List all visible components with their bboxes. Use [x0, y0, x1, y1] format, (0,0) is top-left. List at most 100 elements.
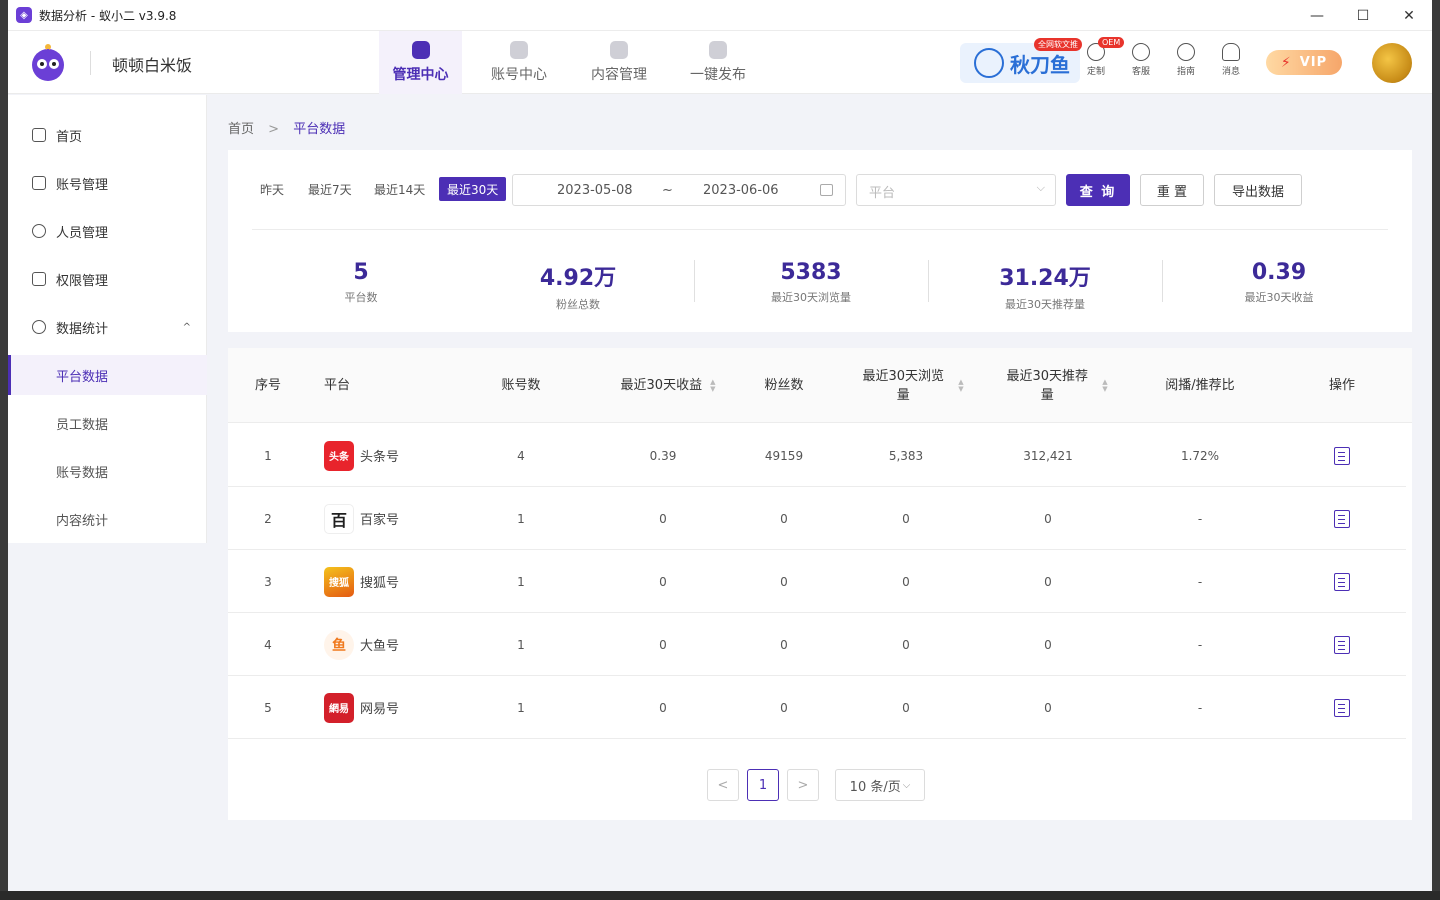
page-size-select[interactable]: 10 条/页 ⌵: [835, 769, 925, 801]
tab-content-management[interactable]: 内容管理: [576, 31, 662, 94]
breadcrumb-home[interactable]: 首页: [228, 122, 254, 137]
question-icon: [1177, 43, 1195, 61]
range-7-days-button[interactable]: 最近7天: [300, 177, 360, 201]
col-index: 序号: [254, 378, 281, 393]
tab-account-center[interactable]: 账号中心: [478, 31, 560, 94]
publish-icon: [709, 41, 727, 59]
report-icon: [1334, 509, 1350, 528]
next-page-button[interactable]: >: [787, 769, 819, 801]
vip-button[interactable]: ⚡ VIP: [1266, 50, 1342, 75]
report-icon: [1334, 446, 1350, 465]
mascot-logo-icon: [32, 44, 64, 81]
sidebar-item-statistics[interactable]: 数据统计 ^: [8, 307, 207, 347]
app-header: 顿顿白米饭 管理中心 账号中心 内容管理 一键发布 秋刀鱼 全网软文推 定制 O…: [8, 31, 1432, 94]
netease-logo-icon: 網易: [324, 692, 354, 723]
sidebar-item-content-stats[interactable]: 内容统计: [8, 499, 207, 539]
range-30-days-button[interactable]: 最近30天: [439, 177, 507, 201]
detail-button[interactable]: [1302, 613, 1382, 676]
platform-cell: 鱼 大鱼号: [324, 613, 474, 676]
calendar-icon: [820, 184, 833, 196]
date-range-picker[interactable]: 2023-05-08 ~ 2023-06-06: [512, 174, 846, 206]
tab-one-click-publish[interactable]: 一键发布: [678, 31, 758, 94]
team-name: 顿顿白米饭: [112, 56, 193, 75]
dayu-logo-icon: 鱼: [324, 629, 354, 660]
range-yesterday-button[interactable]: 昨天: [252, 177, 292, 201]
stat-platform-count: 5 平台数: [344, 260, 378, 304]
stat-divider: [1162, 260, 1163, 302]
promo-tag: 全网软文推: [1034, 38, 1082, 51]
sidebar-item-staff-data[interactable]: 员工数据: [8, 403, 207, 443]
content-icon: [610, 41, 628, 59]
range-14-days-button[interactable]: 最近14天: [366, 177, 433, 201]
desktop-background: [0, 891, 1440, 900]
sort-icon: ▲ ▼: [710, 377, 716, 393]
chevron-up-icon: ^: [182, 321, 191, 333]
user-avatar[interactable]: [1372, 43, 1412, 83]
sidebar-item-accounts[interactable]: 账号管理: [8, 163, 207, 203]
platform-cell: 網易 网易号: [324, 676, 474, 739]
sidebar-item-account-data[interactable]: 账号数据: [8, 451, 207, 491]
lock-icon: [32, 272, 46, 286]
table-header: 序号 平台 账号数 最近30天收益 ▲ ▼ 粉丝数 最近30天浏览量 ▲ ▼ 最近3…: [228, 348, 1412, 423]
filter-and-stats-card: 昨天 最近7天 最近14天 最近30天 2023-05-08 ~ 2023-06…: [228, 150, 1412, 332]
platform-cell: 头条 头条号: [324, 424, 474, 487]
divider: [252, 229, 1388, 230]
user-icon: [32, 224, 46, 238]
col-revenue[interactable]: 最近30天收益 ▲ ▼: [598, 348, 738, 423]
bell-icon: [1222, 43, 1240, 61]
sidebar-item-platform-data[interactable]: 平台数据: [8, 355, 207, 395]
tab-management-center[interactable]: 管理中心: [379, 31, 462, 94]
messages-button[interactable]: 消息: [1213, 43, 1249, 77]
detail-button[interactable]: [1302, 487, 1382, 550]
page-1-button[interactable]: 1: [747, 769, 779, 801]
sidebar-item-staff[interactable]: 人员管理: [8, 211, 207, 251]
table-row: 2 百 百家号 1 0 0 0 0 -: [228, 487, 1406, 550]
lightning-icon: ⚡: [1280, 54, 1292, 71]
prev-page-button[interactable]: <: [707, 769, 739, 801]
stat-recommend-30d: 31.24万 最近30天推荐量: [999, 266, 1091, 311]
breadcrumb: 首页 > 平台数据: [228, 122, 346, 137]
window-title: 数据分析 - 蚁小二 v3.9.8: [39, 8, 177, 23]
report-icon: [1334, 635, 1350, 654]
headset-icon: [1132, 43, 1150, 61]
breadcrumb-current: 平台数据: [293, 122, 346, 137]
detail-button[interactable]: [1302, 676, 1382, 739]
export-button[interactable]: 导出数据: [1214, 174, 1302, 206]
platform-select[interactable]: 平台 ⌵: [856, 174, 1056, 206]
oem-badge: OEM: [1098, 37, 1125, 48]
baijiahao-logo-icon: 百: [324, 503, 354, 534]
guide-button[interactable]: 指南: [1168, 43, 1204, 77]
table-row: 4 鱼 大鱼号 1 0 0 0 0 -: [228, 613, 1406, 676]
platform-cell: 搜狐 搜狐号: [324, 550, 474, 613]
reset-button[interactable]: 重 置: [1140, 174, 1204, 206]
support-button[interactable]: 客服: [1123, 43, 1159, 77]
sidebar-item-permissions[interactable]: 权限管理: [8, 259, 207, 299]
col-views[interactable]: 最近30天浏览量 ▲ ▼: [840, 348, 980, 423]
customize-button[interactable]: 定制: [1078, 43, 1114, 77]
report-icon: [1334, 572, 1350, 591]
sidebar-item-home[interactable]: 首页: [8, 115, 207, 155]
report-icon: [1334, 698, 1350, 717]
minimize-button[interactable]: —: [1294, 0, 1340, 31]
detail-button[interactable]: [1302, 424, 1382, 487]
chevron-down-icon: ⌵: [902, 779, 911, 791]
platform-table-card: 序号 平台 账号数 最近30天收益 ▲ ▼ 粉丝数 最近30天浏览量 ▲ ▼ 最近3…: [228, 348, 1412, 820]
close-button[interactable]: ✕: [1386, 0, 1432, 31]
detail-button[interactable]: [1302, 550, 1382, 613]
title-bar: ◈ 数据分析 - 蚁小二 v3.9.8 — ☐ ✕: [8, 0, 1432, 31]
col-ratio: 阅播/推荐比: [1165, 378, 1235, 393]
stat-revenue-30d: 0.39 最近30天收益: [1244, 260, 1314, 304]
query-button[interactable]: 查 询: [1066, 174, 1130, 206]
platform-cell: 百 百家号: [324, 487, 474, 550]
toutiao-logo-icon: 头条: [324, 440, 354, 471]
stat-views-30d: 5383 最近30天浏览量: [771, 260, 851, 304]
col-platform: 平台: [324, 378, 351, 393]
promo-banner[interactable]: 秋刀鱼 全网软文推: [960, 38, 1082, 83]
start-date[interactable]: 2023-05-08: [557, 183, 633, 198]
logo-divider: [90, 51, 91, 75]
col-recommend[interactable]: 最近30天推荐量 ▲ ▼: [984, 348, 1124, 423]
end-date[interactable]: 2023-06-06: [703, 183, 779, 198]
maximize-button[interactable]: ☐: [1340, 0, 1386, 31]
stat-divider: [928, 260, 929, 302]
table-row: 1 头条 头条号 4 0.39 49159 5,383 312,421 1.72…: [228, 424, 1406, 487]
